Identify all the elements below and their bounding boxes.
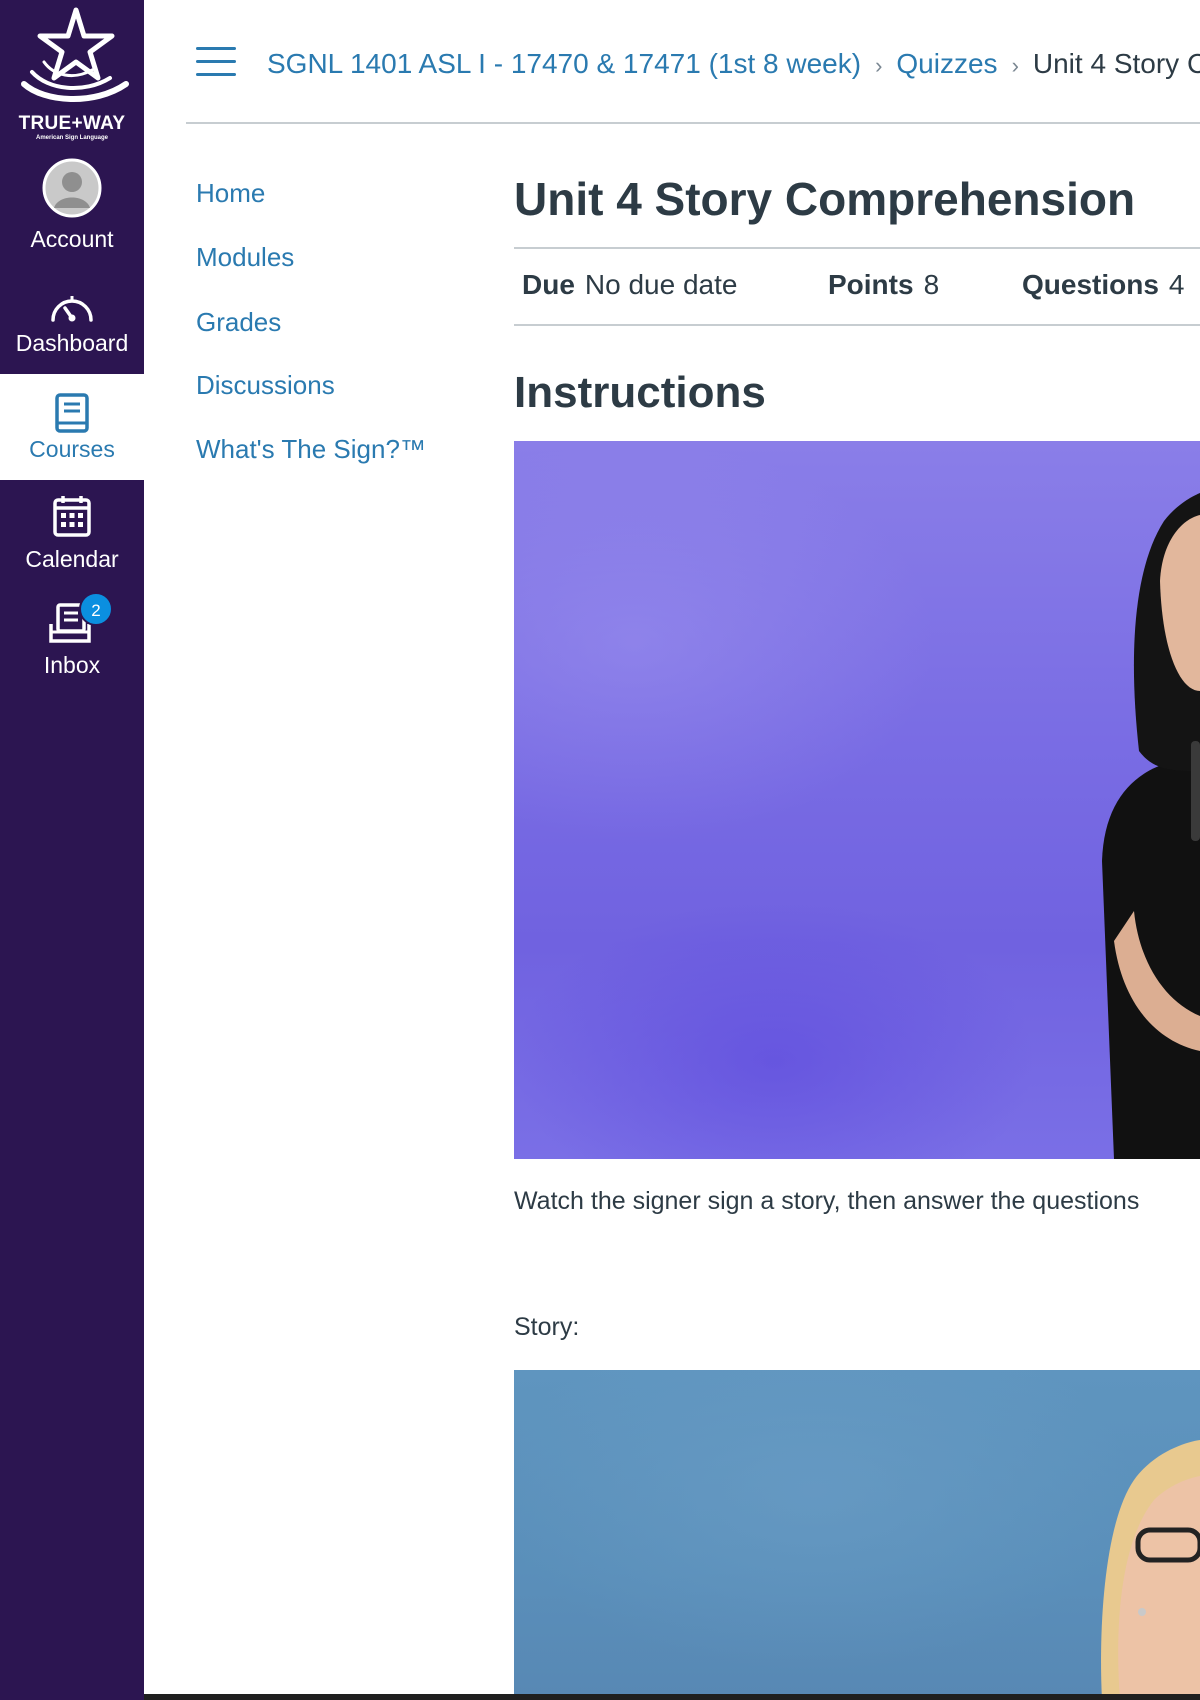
course-nav-home[interactable]: Home (196, 178, 265, 209)
star-logo-icon (21, 7, 129, 103)
story-video[interactable] (514, 1370, 1200, 1700)
calendar-icon (53, 496, 91, 537)
chevron-right-icon: › (875, 53, 883, 78)
quiz-questions: Questions 4 (1022, 269, 1185, 301)
hamburger-icon (196, 47, 236, 50)
course-menu-toggle-button[interactable] (196, 47, 236, 77)
course-nav-grades[interactable]: Grades (196, 307, 281, 338)
quiz-points-label: Points (828, 269, 914, 300)
quiz-points-value: 8 (923, 269, 940, 300)
breadcrumb-quizzes-link[interactable]: Quizzes (896, 48, 997, 79)
global-nav-dashboard[interactable]: Dashboard (0, 268, 144, 374)
storyteller-video-frame (1101, 1440, 1200, 1700)
meta-divider-top (514, 247, 1200, 249)
inbox-unread-badge: 2 (79, 592, 113, 626)
global-nav-dashboard-label: Dashboard (15, 330, 129, 356)
signer-video-frame (1102, 493, 1200, 1159)
story-label: Story: (514, 1313, 580, 1341)
course-nav-discussions[interactable]: Discussions (196, 370, 335, 401)
quiz-questions-label: Questions (1022, 269, 1159, 300)
meta-divider-bottom (514, 324, 1200, 326)
breadcrumb-course-link[interactable]: SGNL 1401 ASL I - 17470 & 17471 (1st 8 w… (267, 48, 861, 79)
quiz-questions-value: 4 (1168, 269, 1185, 300)
quiz-due-label: Due (522, 269, 575, 300)
global-nav-calendar[interactable]: Calendar (0, 482, 144, 588)
trueway-logo[interactable]: TRUE+WAY American Sign Language (0, 0, 144, 150)
quiz-due: Due No due date (522, 269, 737, 301)
breadcrumb: SGNL 1401 ASL I - 17470 & 17471 (1st 8 w… (267, 44, 1200, 84)
global-nav-courses[interactable]: Courses (0, 374, 144, 480)
header-divider (186, 122, 1200, 124)
global-nav-inbox-label: Inbox (43, 652, 101, 678)
global-nav-courses-label: Courses (29, 436, 115, 462)
instruction-text: Watch the signer sign a story, then answ… (514, 1187, 1140, 1215)
instructions-video[interactable] (514, 441, 1200, 1159)
course-nav-whats-the-sign[interactable]: What's The Sign?™ (196, 434, 426, 465)
logo-wordmark: TRUE+WAY (18, 113, 126, 134)
instructions-heading: Instructions (514, 368, 766, 417)
page-title: Unit 4 Story Comprehension (514, 173, 1136, 225)
quiz-points: Points 8 (828, 269, 939, 301)
global-nav: TRUE+WAY American Sign Language Account … (0, 0, 144, 1700)
user-avatar-icon (42, 158, 102, 218)
bottom-edge (144, 1694, 1200, 1700)
global-nav-inbox[interactable]: Inbox (0, 590, 144, 696)
global-nav-account-label: Account (30, 226, 114, 252)
book-icon (55, 393, 89, 433)
quiz-due-value: No due date (584, 269, 738, 300)
global-nav-account[interactable]: Account (0, 150, 144, 256)
global-nav-calendar-label: Calendar (25, 546, 119, 572)
chevron-right-icon: › (1011, 53, 1019, 78)
dashboard-gauge-icon (51, 296, 93, 322)
course-nav-modules[interactable]: Modules (196, 242, 294, 273)
logo-subtext: American Sign Language (35, 135, 108, 141)
breadcrumb-current: Unit 4 Story Comprehension (1032, 48, 1200, 79)
